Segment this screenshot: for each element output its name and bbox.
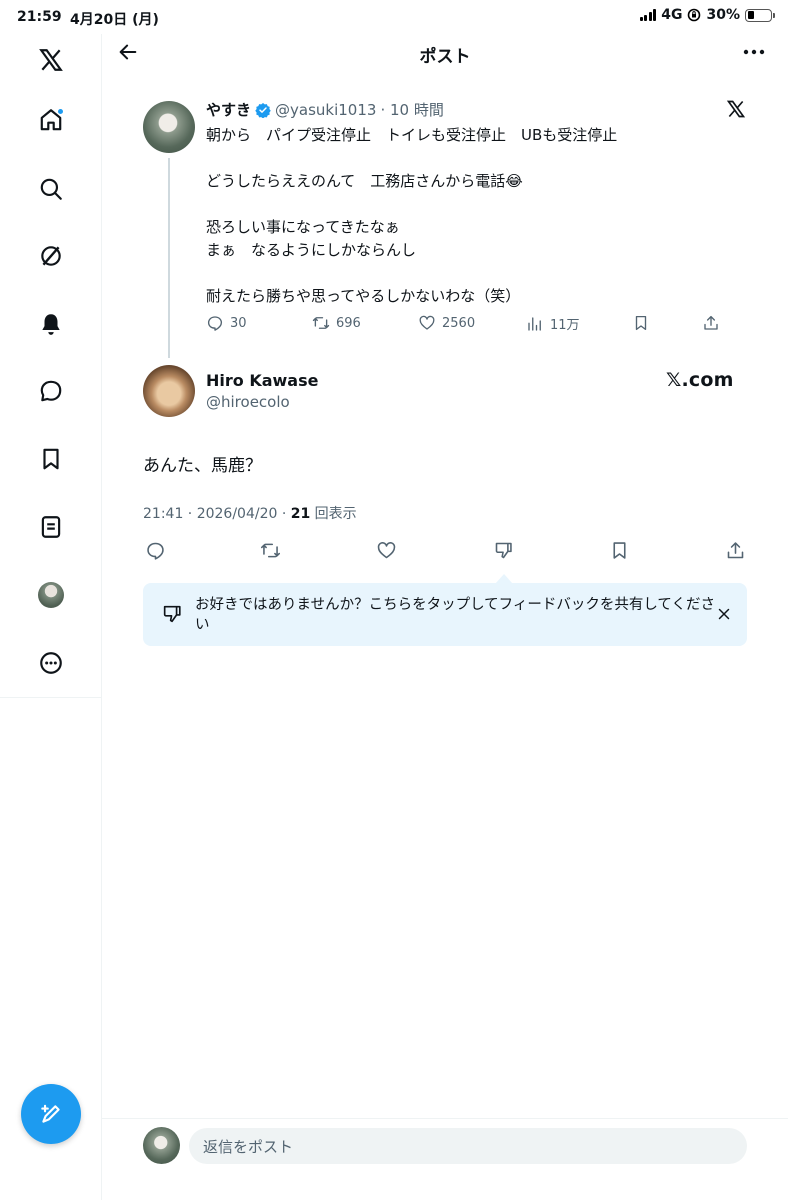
page-title: ポスト: [419, 47, 471, 67]
feedback-text: お好きではありませんか？こちらをタップしてフィードバックを共有してください: [195, 597, 715, 633]
quoted-post-handle[interactable]: @yasuki1013: [275, 101, 376, 119]
notifications-bell-icon[interactable]: [33, 306, 69, 342]
battery-percent: 30%: [706, 7, 740, 23]
bookmark-icon: [612, 541, 626, 559]
repost-button[interactable]: 696: [312, 314, 361, 332]
compose-post-button[interactable]: [21, 1084, 81, 1144]
main-post-avatar[interactable]: [143, 365, 195, 417]
main-post-actions: [143, 538, 753, 564]
quoted-post-actions: 30 696 2560 11万: [206, 314, 726, 338]
feedback-banner[interactable]: お好きではありませんか？こちらをタップしてフィードバックを共有してください: [143, 583, 747, 646]
quoted-post-line: 耐えたら勝ちや思ってやるしかないわな（笑）: [206, 287, 521, 305]
avatar: [38, 582, 64, 608]
analytics-icon: [528, 316, 541, 331]
reply-button[interactable]: 30: [206, 314, 247, 332]
like-count: 2560: [442, 315, 476, 331]
status-date: 4月20日 (月): [70, 12, 159, 28]
main-post-text: あんた、馬鹿？: [143, 456, 262, 476]
reply-button[interactable]: [143, 538, 167, 562]
battery-icon: [745, 8, 775, 22]
bookmarks-icon[interactable]: [33, 441, 69, 477]
verified-badge-icon: [255, 102, 271, 118]
home-icon[interactable]: [33, 102, 69, 138]
grok-icon[interactable]: [33, 238, 69, 274]
main-post-view-count: 21: [290, 506, 311, 522]
share-icon: [727, 541, 743, 558]
reply-avatar: [143, 1127, 180, 1164]
profile-avatar[interactable]: [33, 577, 69, 613]
reply-divider: [102, 1118, 788, 1119]
quoted-post-time: · 10 時間: [380, 101, 444, 119]
main-post-meta: 21:41 · 2026/04/20 · 21 回表示: [143, 503, 357, 523]
reply-icon: [146, 542, 164, 560]
search-icon[interactable]: [33, 171, 69, 207]
repost-icon: [312, 317, 330, 329]
main-post-display-name[interactable]: Hiro Kawase: [206, 371, 318, 390]
status-bar: 21:59 4月20日 (月) 4G 30%: [0, 0, 788, 34]
reply-count: 30: [230, 315, 247, 331]
reply-icon: [207, 316, 223, 331]
x-logo-icon: [726, 100, 746, 118]
share-button[interactable]: [702, 314, 720, 332]
view-count: 11万: [550, 318, 580, 333]
ellipsis-icon: [743, 49, 765, 55]
views-button[interactable]: 11万: [526, 314, 580, 333]
thread-line: [168, 158, 170, 358]
main-post-handle[interactable]: @hiroecolo: [206, 393, 290, 411]
compose-icon: [41, 1104, 60, 1123]
messages-icon[interactable]: [33, 373, 69, 409]
quoted-post-avatar[interactable]: [143, 101, 195, 153]
close-icon[interactable]: [715, 605, 733, 623]
main-post-view-label: 回表示: [310, 506, 357, 522]
notification-dot: [57, 108, 64, 115]
more-options-icon[interactable]: [33, 645, 69, 681]
dislike-button[interactable]: [491, 538, 515, 562]
sidebar-divider: [0, 697, 102, 698]
quoted-post-line: 朝から パイプ受注停止 トイレも受注停止 UBも受注停止: [206, 126, 618, 144]
reply-input[interactable]: 返信をポスト: [189, 1128, 747, 1164]
status-time: 21:59: [17, 9, 62, 25]
like-button[interactable]: 2560: [418, 314, 475, 332]
bookmark-button[interactable]: [632, 314, 650, 332]
bookmark-icon: [635, 315, 647, 331]
lists-icon[interactable]: [33, 509, 69, 545]
source-label: 𝕏.com: [666, 369, 734, 391]
quoted-post-line: どうしたらええのんて 工務店さんから電話😂: [206, 172, 523, 190]
share-icon: [704, 315, 718, 330]
quoted-post-header: やすき @yasuki1013 · 10 時間: [206, 99, 444, 120]
repost-icon: [260, 543, 280, 557]
quoted-post-text: 朝から パイプ受注停止 トイレも受注停止 UBも受注停止 どうしたらええのんて …: [206, 124, 736, 308]
share-button[interactable]: [723, 538, 747, 562]
thumbs-down-icon: [495, 542, 512, 558]
status-indicators: 4G 30%: [639, 7, 775, 23]
heart-icon: [419, 315, 435, 330]
repost-button[interactable]: [258, 538, 282, 562]
signal-icon: [639, 9, 657, 21]
like-button[interactable]: [374, 538, 398, 562]
main-post-timestamp: 21:41 · 2026/04/20 ·: [143, 506, 291, 522]
repost-count: 696: [336, 315, 361, 331]
network-label: 4G: [661, 7, 683, 23]
bookmark-button[interactable]: [607, 538, 631, 562]
quoted-post-line: まぁ なるようにしかならんし: [206, 241, 417, 259]
more-button[interactable]: [740, 40, 768, 64]
quoted-post-line: 恐ろしい事になってきたなぁ: [206, 218, 400, 236]
quoted-post-display-name[interactable]: やすき: [206, 99, 251, 120]
lock-rotation-icon: [688, 8, 701, 22]
thumbs-down-icon: [163, 605, 181, 623]
heart-icon: [377, 541, 395, 558]
